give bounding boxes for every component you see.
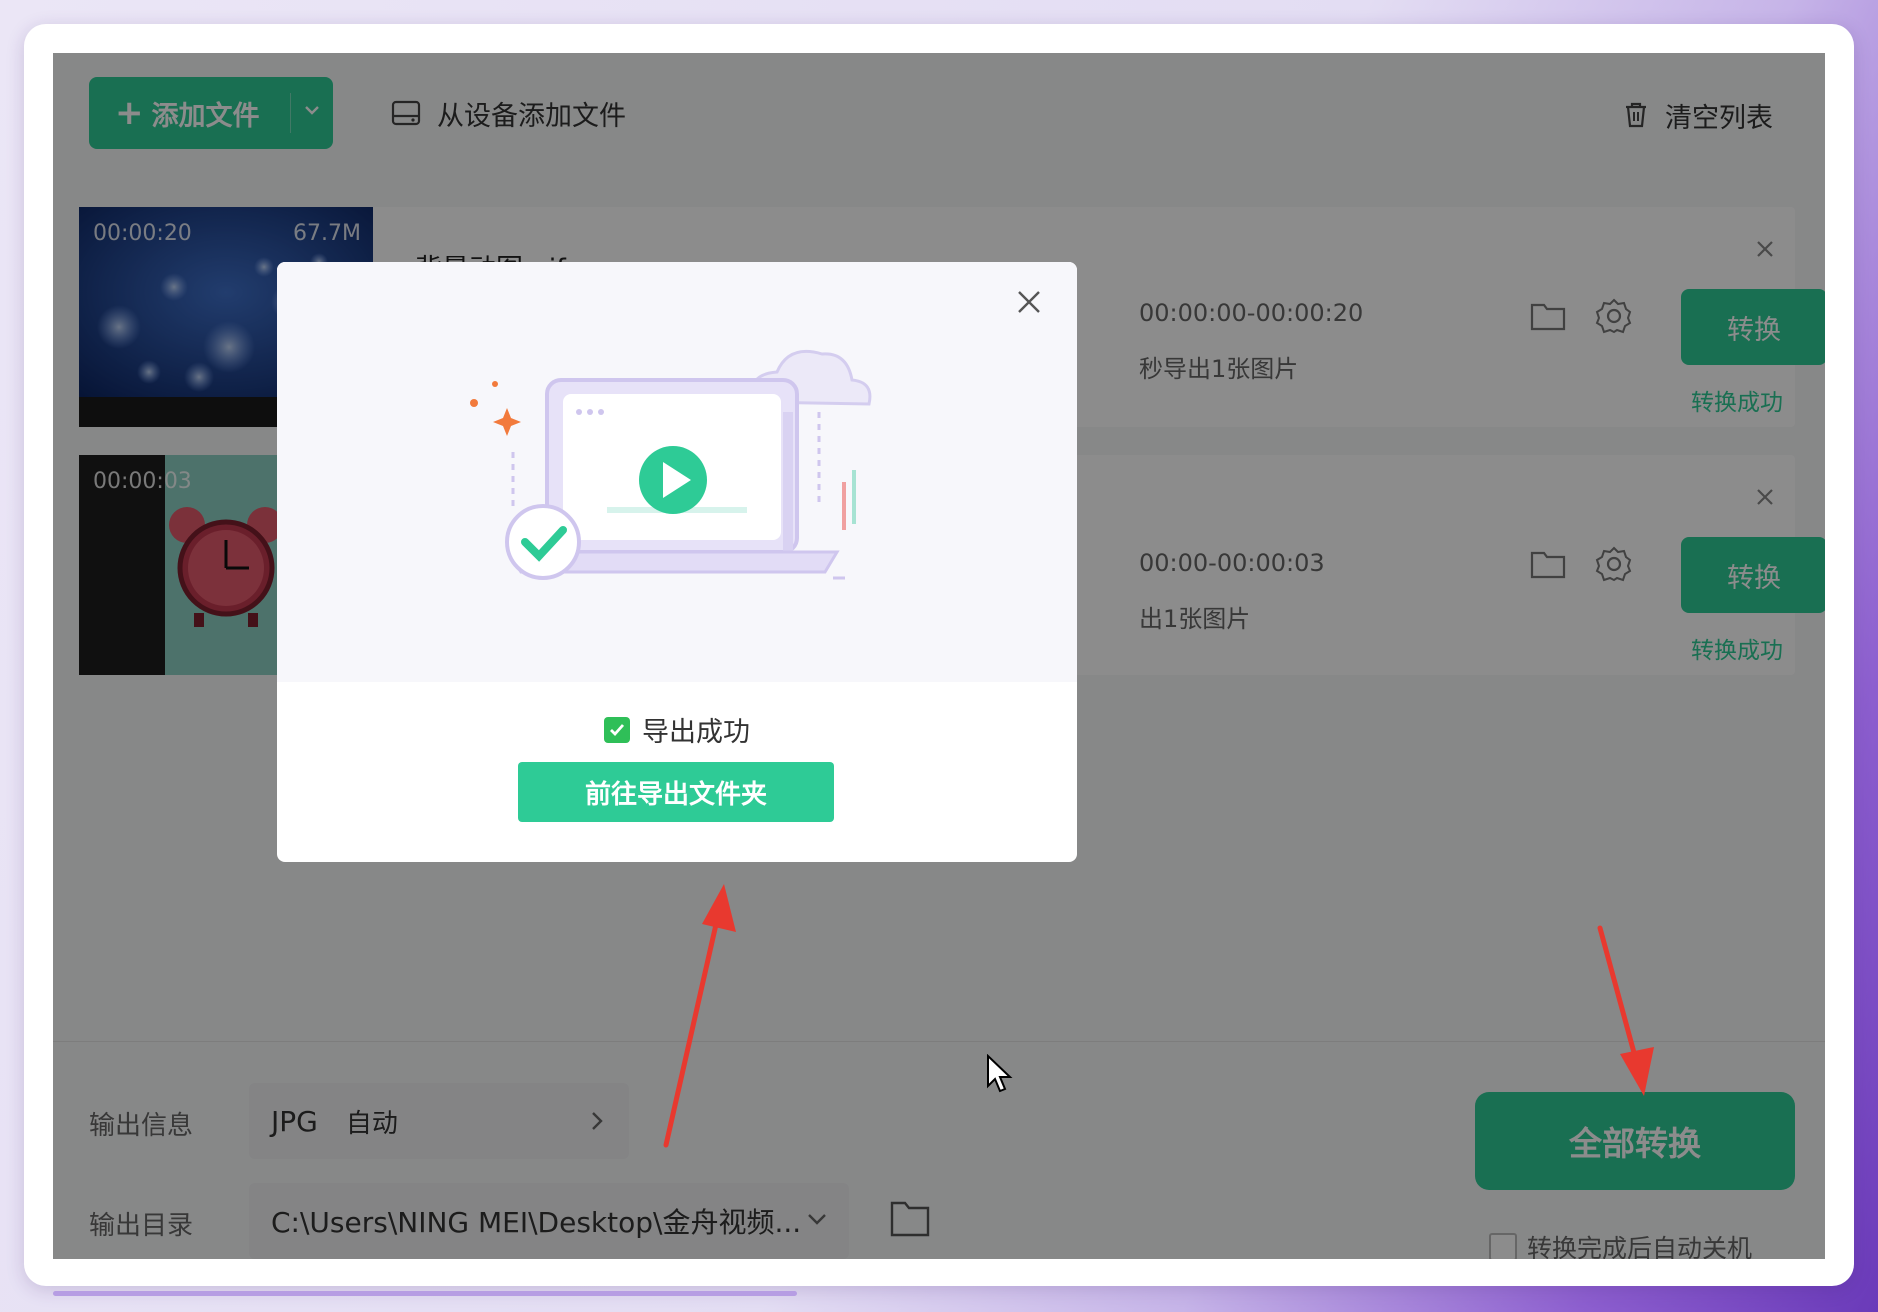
open-export-folder-button[interactable]: 前往导出文件夹: [518, 762, 834, 822]
close-icon[interactable]: [1015, 288, 1043, 316]
export-success-text: 导出成功: [642, 717, 750, 748]
mouse-cursor-icon: [987, 1054, 1013, 1093]
export-success-status: 导出成功: [277, 710, 1077, 749]
laptop-illustration: [470, 349, 872, 580]
illustration-panel: [277, 262, 1077, 682]
export-success-dialog: 导出成功 前往导出文件夹: [277, 262, 1077, 862]
progress-strip: [53, 1291, 797, 1296]
checkbox-checked-icon: [604, 716, 630, 743]
